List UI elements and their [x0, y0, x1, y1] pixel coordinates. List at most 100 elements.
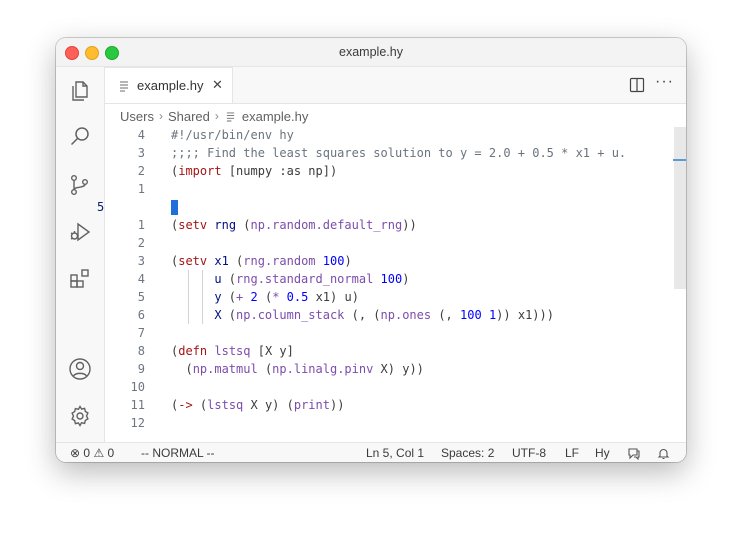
line-number: 5: [137, 290, 145, 304]
line-number: 10: [130, 380, 145, 394]
code-line[interactable]: 9 (np.matmul (np.linalg.pinv X) y)): [105, 360, 686, 378]
code-token: setv: [178, 254, 208, 268]
breadcrumb-separator: ›: [214, 109, 219, 123]
code-token: (: [228, 290, 237, 304]
problems-indicator[interactable]: ⊗ 0 ⚠ 0: [70, 446, 114, 460]
code-text: ;;;; Find the least squares solution to …: [171, 144, 626, 162]
code-token: #!/usr/bin/env hy: [171, 128, 294, 142]
source-control-icon[interactable]: [68, 173, 92, 197]
end-of-line[interactable]: LF: [565, 446, 579, 460]
line-number: 9: [137, 362, 145, 376]
line-number: 3: [137, 146, 145, 160]
tabs-bar: example.hy ✕ ···: [105, 67, 686, 104]
warning-icon: ⚠: [93, 446, 105, 460]
code-token: (,: [431, 308, 461, 322]
code-text: u (rng.standard_normal 100): [171, 270, 409, 288]
code-line[interactable]: 8 (defn lstsq [X y]: [105, 342, 686, 360]
encoding[interactable]: UTF-8: [512, 446, 546, 460]
code-token: rng.standard_normal: [236, 272, 374, 286]
code-line[interactable]: 1: [105, 180, 686, 198]
tab-example-hy[interactable]: example.hy ✕: [105, 67, 233, 103]
language-mode[interactable]: Hy: [595, 446, 610, 460]
code-line[interactable]: 2 (import [numpy :as np]): [105, 162, 686, 180]
line-number: 3: [137, 254, 145, 268]
code-token: 2: [250, 290, 258, 304]
code-token: defn: [178, 344, 208, 358]
title-bar: example.hy: [56, 38, 686, 67]
activity-bar: [56, 67, 105, 442]
code-token: X) y)): [373, 362, 424, 376]
code-text: X (np.column_stack (, (np.ones (, 100 1)…: [171, 306, 554, 324]
code-token: print: [293, 398, 330, 412]
code-line[interactable]: 4 #!/usr/bin/env hy: [105, 126, 686, 144]
code-token: 100: [322, 254, 345, 268]
code-token: rng.random: [243, 254, 316, 268]
breadcrumb-shared[interactable]: Shared: [168, 109, 210, 124]
window-title: example.hy: [339, 45, 403, 59]
indent-guide: [188, 270, 189, 324]
scrollbar-cursor-marker: [673, 159, 686, 161]
code-token: np.random.default_rng: [250, 218, 403, 232]
extensions-icon[interactable]: [68, 267, 92, 291]
code-text: y (+ 2 (* 0.5 x1) u): [171, 288, 359, 306]
code-token: ;;;; Find the least squares solution to …: [171, 146, 627, 160]
vertical-scrollbar[interactable]: [674, 127, 686, 289]
feedback-icon[interactable]: [627, 447, 641, 460]
code-token: np.linalg.pinv: [272, 362, 374, 376]
account-icon[interactable]: [68, 357, 92, 381]
code-token: x1) u): [308, 290, 359, 304]
indent-guide: [202, 270, 203, 324]
settings-gear-icon[interactable]: [68, 404, 92, 428]
line-number: 6: [137, 308, 145, 322]
breadcrumb: Users › Shared › example.hy: [120, 105, 308, 127]
code-line[interactable]: 5 y (+ 2 (* 0.5 x1) u): [105, 288, 686, 306]
code-token: )): [329, 398, 345, 412]
code-line[interactable]: 4 u (rng.standard_normal 100): [105, 270, 686, 288]
code-line[interactable]: 12: [105, 414, 686, 432]
code-text: (-> (lstsq X y) (print)): [171, 396, 344, 414]
code-token: )): [402, 218, 417, 232]
code-token: u: [171, 272, 229, 286]
tab-close-icon[interactable]: ✕: [212, 77, 223, 93]
code-line[interactable]: 11 (-> (lstsq X y) (print)): [105, 396, 686, 414]
code-text: (setv rng (np.random.default_rng)): [171, 216, 417, 234]
breadcrumb-file[interactable]: example.hy: [242, 109, 308, 124]
error-icon: ⊗: [70, 446, 81, 460]
explorer-icon[interactable]: [68, 79, 92, 103]
error-count: 0: [83, 446, 91, 460]
code-text: (defn lstsq [X y]: [171, 342, 294, 360]
line-number: 5: [97, 200, 105, 214]
breadcrumb-separator: ›: [158, 109, 163, 123]
code-line[interactable]: 5: [97, 198, 686, 216]
more-actions-icon[interactable]: ···: [655, 73, 674, 91]
line-number: 4: [137, 128, 145, 142]
run-debug-icon[interactable]: [68, 220, 92, 244]
code-token: 0.5: [286, 290, 309, 304]
code-line[interactable]: 1 (setv rng (np.random.default_rng)): [105, 216, 686, 234]
cursor-position[interactable]: Ln 5, Col 1: [366, 446, 424, 460]
code-token: import: [178, 164, 222, 178]
code-line[interactable]: 3 (setv x1 (rng.random 100): [105, 252, 686, 270]
code-line[interactable]: 7: [105, 324, 686, 342]
code-editor[interactable]: 4 #!/usr/bin/env hy 3 ;;;; Find the least s…: [97, 126, 686, 441]
split-editor-icon[interactable]: [629, 77, 645, 93]
code-line[interactable]: 3 ;;;; Find the least squares solution to…: [105, 144, 686, 162]
notifications-bell-icon[interactable]: [657, 447, 670, 460]
file-icon: [120, 81, 128, 92]
code-line[interactable]: 6 X (np.column_stack (, (np.ones (, 100 …: [105, 306, 686, 324]
code-text: #!/usr/bin/env hy: [171, 126, 294, 144]
line-number: 12: [130, 416, 145, 430]
code-line[interactable]: 2: [105, 234, 686, 252]
code-token: np.matmul: [192, 362, 258, 376]
breadcrumb-users[interactable]: Users: [120, 109, 154, 124]
code-token: (: [243, 218, 251, 232]
code-token: x1: [207, 254, 237, 268]
code-token: (, (: [344, 308, 381, 322]
code-text: (np.matmul (np.linalg.pinv X) y)): [171, 360, 424, 378]
indentation[interactable]: Spaces: 2: [441, 446, 494, 460]
search-icon[interactable]: [68, 125, 92, 149]
code-line[interactable]: 10: [105, 378, 686, 396]
code-token: [numpy :as np]): [221, 164, 338, 178]
